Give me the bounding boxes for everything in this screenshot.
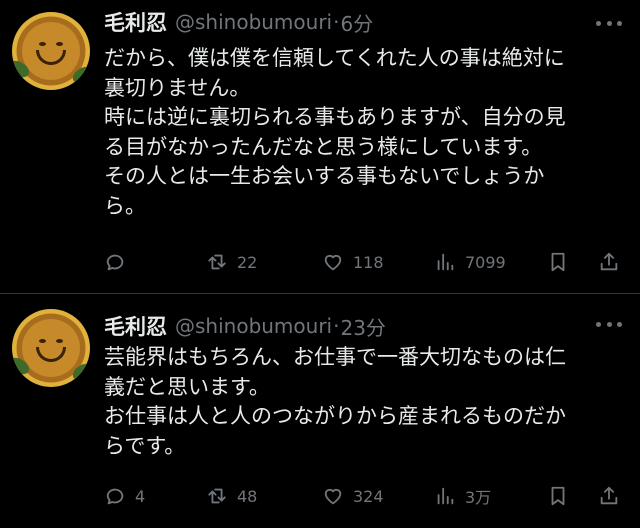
tweet-line: らです。 (104, 433, 186, 458)
reply-button[interactable]: 4 (104, 481, 145, 511)
share-button[interactable] (598, 481, 620, 511)
more-icon[interactable] (596, 319, 622, 329)
more-icon[interactable] (596, 18, 622, 28)
avatar[interactable] (12, 309, 90, 387)
retweet-count: 48 (237, 486, 258, 506)
tweet-header: 毛利忍 @shinobumouri · 6分 (104, 7, 373, 37)
user-handle[interactable]: @shinobumouri (175, 10, 332, 34)
views-count: 3万 (465, 488, 492, 507)
tweet-1[interactable]: 毛利忍 @shinobumouri · 6分 だから、僕は僕を信頼してくれた人の… (0, 0, 640, 294)
like-button[interactable]: 118 (322, 247, 384, 277)
tweet-actions: 4 48 324 3万 (104, 481, 624, 511)
reply-icon (106, 488, 124, 505)
tweet-line: お仕事は人と人のつながりから産まれるものだか (104, 404, 566, 428)
share-button[interactable] (598, 247, 620, 277)
reply-count: 4 (135, 486, 146, 506)
reply-icon (106, 254, 124, 271)
separator: · (333, 314, 340, 338)
display-name[interactable]: 毛利忍 (104, 7, 167, 37)
tweet-line: その人とは一生お会いする事もないでしょうか (104, 164, 545, 188)
bookmark-icon (551, 252, 565, 272)
bookmark-button[interactable] (547, 247, 569, 277)
tweet-2[interactable]: 毛利忍 @shinobumouri · 23分 芸能界はもちろん、お仕事で一番大… (0, 295, 640, 528)
tweet-line: ら。 (104, 193, 146, 218)
retweet-icon (208, 254, 226, 270)
separator: · (333, 10, 340, 34)
tweet-actions: 22 118 7099 (104, 247, 624, 277)
views-icon (437, 487, 454, 505)
tweet-line: る目がなかったんだなと思う様にしています。 (104, 134, 543, 159)
retweet-icon (208, 488, 226, 504)
like-count: 324 (353, 486, 384, 506)
like-button[interactable]: 324 (322, 481, 384, 511)
tweet-line: 義だと思います。 (104, 374, 270, 399)
heart-icon (324, 488, 342, 505)
tweet-line: だから、僕は僕を信頼してくれた人の事は絶対に (104, 46, 565, 70)
display-name[interactable]: 毛利忍 (104, 311, 167, 341)
timestamp[interactable]: 23分 (340, 312, 385, 341)
views-icon (437, 253, 454, 271)
heart-icon (324, 254, 342, 271)
views-count: 7099 (465, 252, 506, 272)
tweet-line: 裏切りません。 (104, 75, 251, 100)
share-icon (600, 486, 618, 505)
views-button[interactable]: 3万 (434, 481, 491, 511)
retweet-button[interactable]: 48 (206, 481, 257, 511)
tweet-text: 芸能界はもちろん、お仕事で一番大切なものは仁 義だと思います。 お仕事は人と人の… (104, 343, 634, 461)
retweet-button[interactable]: 22 (206, 247, 257, 277)
retweet-count: 22 (237, 252, 258, 272)
bookmark-button[interactable] (547, 481, 569, 511)
reply-button[interactable] (104, 247, 135, 277)
tweet-line: 時には逆に裏切られる事もありますが、自分の見 (104, 105, 566, 129)
share-icon (600, 252, 618, 271)
tweet-header: 毛利忍 @shinobumouri · 23分 (104, 311, 386, 341)
timestamp[interactable]: 6分 (340, 8, 373, 37)
user-handle[interactable]: @shinobumouri (175, 314, 332, 338)
tweet-line: 芸能界はもちろん、お仕事で一番大切なものは仁 (104, 345, 566, 369)
bookmark-icon (551, 486, 565, 506)
tweet-text: だから、僕は僕を信頼してくれた人の事は絶対に 裏切りません。 時には逆に裏切られ… (104, 44, 634, 221)
views-button[interactable]: 7099 (434, 247, 506, 277)
avatar[interactable] (12, 12, 90, 90)
like-count: 118 (353, 252, 384, 272)
